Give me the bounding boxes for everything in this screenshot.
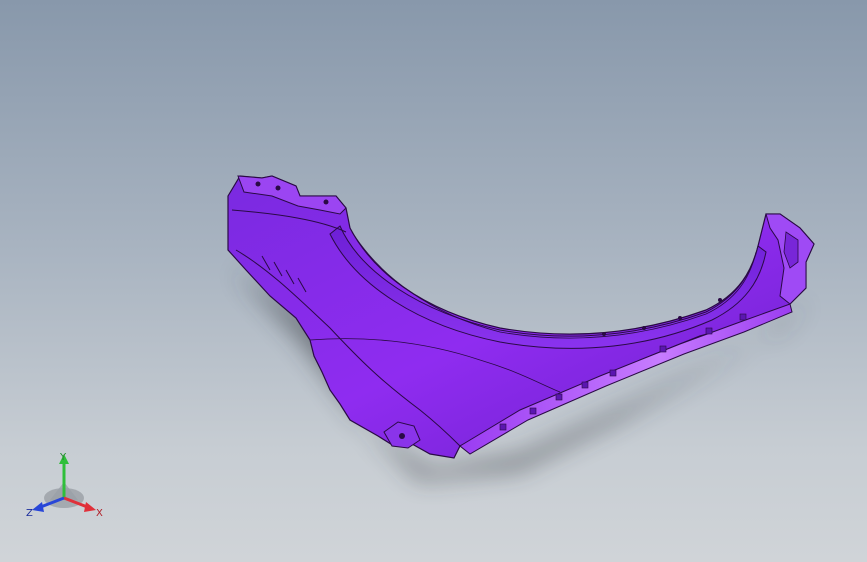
orientation-triad[interactable]: Y X Z <box>22 448 112 528</box>
x-axis-arrow-icon <box>84 502 96 512</box>
graphics-viewport[interactable]: Y X Z <box>0 0 867 562</box>
x-axis-label: X <box>96 508 103 519</box>
y-axis-label: Y <box>59 452 67 463</box>
z-axis-arrow-icon <box>32 502 44 512</box>
model-view[interactable] <box>0 0 867 562</box>
z-axis-label: Z <box>26 508 33 519</box>
